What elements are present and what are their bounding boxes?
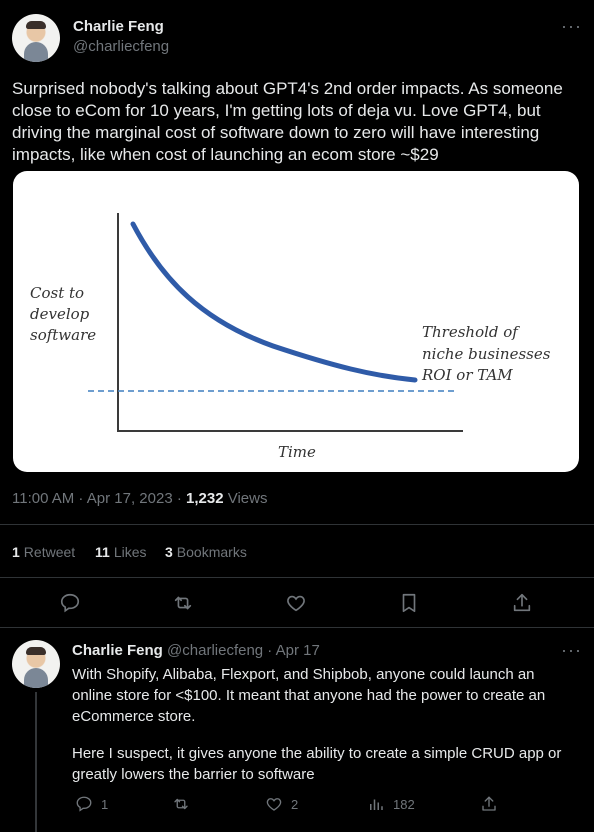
ylabel-line1: Cost to [30,284,84,302]
tweet-timestamp-row: 11:00 AM · Apr 17, 2023 · 1,232 Views [12,490,267,507]
views-count: 182 [393,796,415,812]
tweet-image[interactable]: Cost to develop software Threshold of ni… [13,171,579,472]
ylabel-line2: develop [30,305,90,323]
reply-header: Charlie Feng @charliecfeng · Apr 17 [72,642,320,659]
divider [0,524,594,525]
reply-icon [75,795,93,813]
reply-author-handle[interactable]: @charliecfeng · Apr 17 [167,642,320,659]
author-name[interactable]: Charlie Feng [73,18,164,35]
tweet-text: Surprised nobody's talking about GPT4's … [12,79,563,164]
like-icon [265,795,283,813]
views-count: 1,232 [186,490,224,507]
tweet-timestamp[interactable]: 11:00 AM · Apr 17, 2023 · [12,490,186,507]
reply-paragraph-2: Here I suspect, it gives anyone the abil… [72,745,562,783]
thread-line [35,692,37,832]
threshold-label-line1: Threshold of [422,323,520,341]
chart-illustration: Cost to develop software Threshold of ni… [30,213,551,461]
retweets-stat[interactable]: 1 Retweet [12,544,75,560]
reply-more-options-icon[interactable]: ··· [561,640,582,661]
divider [0,627,594,628]
views-label: Views [223,490,268,507]
reply-paragraph-1: With Shopify, Alibaba, Flexport, and Shi… [72,666,546,725]
likes-stat[interactable]: 11 Likes [95,544,147,560]
share-icon[interactable] [511,592,533,614]
xlabel: Time [278,443,316,461]
reply-like-action[interactable]: 2 [265,795,298,813]
reply-share-action[interactable] [480,795,498,813]
retweet-icon [172,795,190,813]
analytics-icon [367,795,385,813]
reply-icon[interactable] [59,592,81,614]
reply-author-name[interactable]: Charlie Feng [72,642,163,659]
like-icon[interactable] [285,592,307,614]
threshold-label-line2: niche businesses [422,345,551,363]
author-avatar[interactable] [12,14,60,62]
reply-count: 1 [101,796,109,812]
cost-curve [130,221,418,383]
retweet-icon[interactable] [172,592,194,614]
ylabel-line3: software [30,326,96,344]
reply-views-action[interactable]: 182 [367,795,415,813]
more-options-icon[interactable]: ··· [561,16,582,37]
like-count: 2 [291,796,299,812]
reply-author-avatar[interactable] [12,640,60,688]
bookmarks-stat[interactable]: 3 Bookmarks [165,544,247,560]
bookmark-icon[interactable] [398,592,420,614]
reply-retweet-action[interactable] [172,795,190,813]
share-icon [480,795,498,813]
divider [0,577,594,578]
reply-reply-action[interactable]: 1 [75,795,108,813]
threshold-label-line3: ROI or TAM [421,366,513,384]
author-handle[interactable]: @charliecfeng [73,38,169,55]
